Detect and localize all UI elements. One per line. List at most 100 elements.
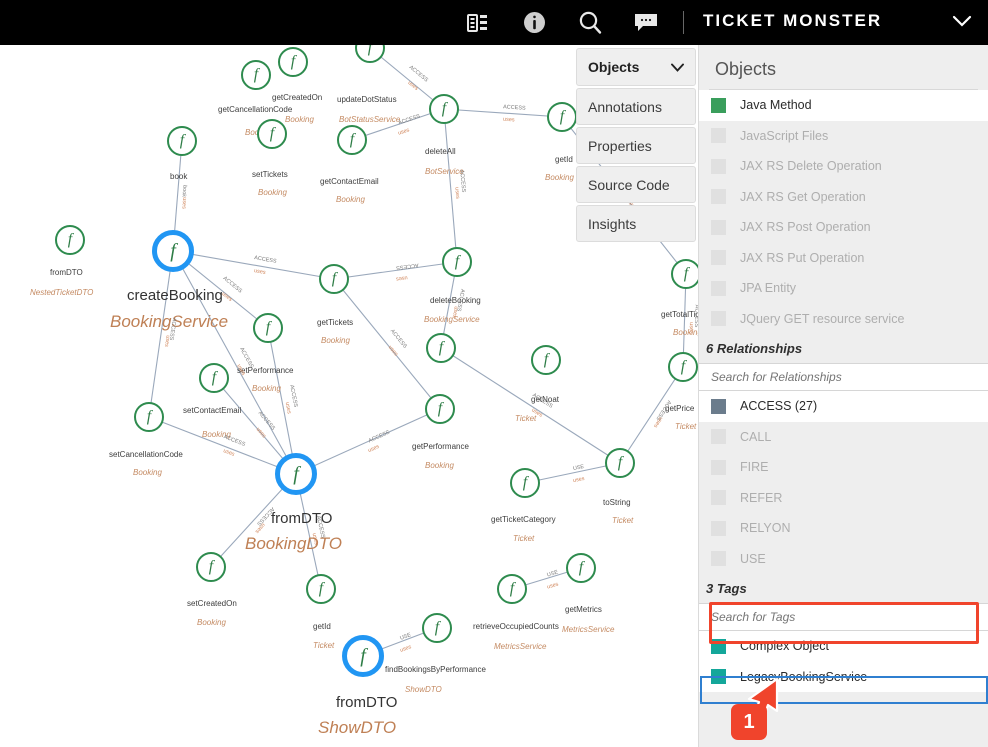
graph-node-n3[interactable]: f: [152, 230, 194, 272]
relationship-row[interactable]: FIRE: [699, 452, 988, 483]
graph-node-n11[interactable]: f: [442, 247, 472, 277]
graph-node-n9[interactable]: f: [337, 125, 367, 155]
graph-node-n13[interactable]: f: [671, 259, 700, 289]
context-menu-header[interactable]: Objects: [576, 48, 696, 86]
tags-list: Complex Object LegacyBookingService: [699, 631, 988, 692]
object-row[interactable]: JAX RS Delete Operation: [699, 151, 988, 182]
search-relationships-input[interactable]: [699, 363, 988, 391]
graph-node-n26[interactable]: f: [497, 574, 527, 604]
graph-node-n5[interactable]: f: [278, 47, 308, 77]
relationship-color-swatch[interactable]: [711, 429, 726, 445]
panel-title: Objects: [715, 59, 777, 79]
graph-edge: [148, 416, 297, 475]
relationship-row[interactable]: CALL: [699, 422, 988, 453]
function-icon: f: [441, 100, 447, 117]
graph-node-n6[interactable]: f: [257, 119, 287, 149]
graph-node-n20[interactable]: f: [426, 333, 456, 363]
object-row[interactable]: JAX RS Post Operation: [699, 212, 988, 243]
graph-node-n10[interactable]: f: [547, 102, 577, 132]
tag-row[interactable]: LegacyBookingService: [699, 661, 988, 692]
graph-node-n8[interactable]: f: [429, 94, 459, 124]
graph-node-n24[interactable]: f: [196, 552, 226, 582]
function-icon: f: [434, 619, 440, 636]
graph-node-n16[interactable]: f: [199, 363, 229, 393]
function-icon: f: [360, 644, 366, 667]
comment-icon[interactable]: [633, 10, 659, 36]
relationship-color-swatch[interactable]: [711, 490, 726, 506]
search-tags-input[interactable]: [699, 603, 988, 631]
info-icon[interactable]: [521, 10, 547, 36]
function-icon: f: [293, 462, 299, 485]
relationship-color-swatch[interactable]: [711, 398, 726, 414]
object-row[interactable]: JPA Entity: [699, 273, 988, 304]
graph-node-n12[interactable]: f: [319, 264, 349, 294]
context-menu-item-source-code[interactable]: Source Code: [576, 166, 696, 203]
object-row[interactable]: JAX RS Get Operation: [699, 182, 988, 213]
graph-node-n14[interactable]: f: [668, 352, 698, 382]
object-color-swatch[interactable]: [711, 219, 726, 235]
context-menu-item-annotations[interactable]: Annotations: [576, 88, 696, 125]
objects-list: Java Method JavaScript Files JAX RS Delete…: [699, 90, 988, 334]
graph-node-n23[interactable]: f: [510, 468, 540, 498]
graph-node-n15[interactable]: f: [253, 313, 283, 343]
object-color-swatch[interactable]: [711, 158, 726, 174]
context-menu-item-properties[interactable]: Properties: [576, 127, 696, 164]
relationship-color-swatch[interactable]: [711, 459, 726, 475]
function-icon: f: [437, 400, 443, 417]
brand-chevron-down-icon[interactable]: [952, 14, 972, 33]
object-color-swatch[interactable]: [711, 128, 726, 144]
object-row[interactable]: JavaScript Files: [699, 121, 988, 152]
relationship-label: REFER: [740, 490, 783, 505]
graph-node-n1[interactable]: f: [55, 225, 85, 255]
object-color-swatch[interactable]: [711, 250, 726, 266]
object-color-swatch[interactable]: [711, 97, 726, 113]
relationship-color-swatch[interactable]: [711, 551, 726, 567]
graph-node-n21[interactable]: f: [531, 345, 561, 375]
relationships-list: ACCESS (27) CALL FIRE REFER RELYON USE: [699, 391, 988, 574]
function-icon: f: [509, 580, 515, 597]
relationship-row[interactable]: REFER: [699, 483, 988, 514]
graph-node-n22[interactable]: f: [605, 448, 635, 478]
app-title: TICKET MONSTER: [703, 11, 883, 30]
function-icon: f: [683, 265, 689, 282]
graph-node-n4[interactable]: f: [241, 60, 271, 90]
context-menu-item-insights[interactable]: Insights: [576, 205, 696, 242]
top-navigation-bar: TICKET MONSTER: [0, 0, 988, 45]
graph-node-n17[interactable]: f: [134, 402, 164, 432]
relationship-color-swatch[interactable]: [711, 520, 726, 536]
tag-color-swatch[interactable]: [711, 669, 726, 685]
relationship-row[interactable]: ACCESS (27): [699, 391, 988, 422]
graph-node-n18[interactable]: f: [275, 453, 317, 495]
object-row[interactable]: JQuery GET resource service: [699, 304, 988, 335]
function-icon: f: [208, 558, 214, 575]
graph-node-n27[interactable]: f: [566, 553, 596, 583]
object-color-swatch[interactable]: [711, 280, 726, 296]
relationship-row[interactable]: USE: [699, 544, 988, 575]
graph-node-n19[interactable]: f: [425, 394, 455, 424]
graph-node-n2[interactable]: f: [167, 126, 197, 156]
graph-node-n25[interactable]: f: [306, 574, 336, 604]
tag-color-swatch[interactable]: [711, 638, 726, 654]
graph-edge: [619, 366, 684, 464]
function-icon: f: [543, 351, 549, 368]
relationship-row[interactable]: RELYON: [699, 513, 988, 544]
org-chart-icon[interactable]: [465, 10, 491, 36]
function-icon: f: [617, 454, 623, 471]
object-row[interactable]: JAX RS Put Operation: [699, 243, 988, 274]
tag-row[interactable]: Complex Object: [699, 631, 988, 662]
relationship-label: FIRE: [740, 460, 769, 475]
graph-node-n28[interactable]: f: [422, 613, 452, 643]
relationship-label: USE: [740, 551, 766, 566]
objects-context-menu[interactable]: Objects Annotations Properties Source Co…: [576, 48, 696, 242]
object-color-swatch[interactable]: [711, 311, 726, 327]
function-icon: f: [253, 66, 259, 83]
object-color-swatch[interactable]: [711, 189, 726, 205]
graph-edge: [295, 408, 441, 475]
relationship-label: ACCESS (27): [740, 399, 818, 414]
tag-label: LegacyBookingService: [740, 669, 868, 684]
object-row[interactable]: Java Method: [699, 90, 988, 121]
graph-node-n29[interactable]: f: [342, 635, 384, 677]
function-icon: f: [318, 580, 324, 597]
search-icon[interactable]: [577, 10, 603, 36]
chevron-down-icon: [671, 63, 684, 72]
